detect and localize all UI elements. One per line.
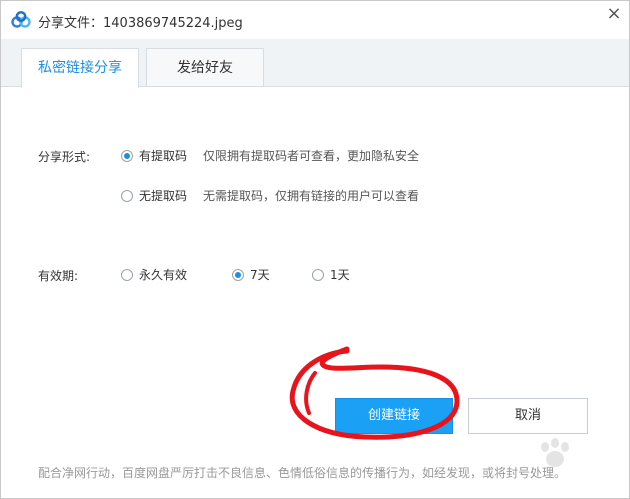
option-label: 有提取码 bbox=[139, 149, 188, 163]
option-description: 无需提取码，仅拥有链接的用户可以查看 bbox=[203, 189, 420, 203]
option-label: 永久有效 bbox=[139, 268, 188, 282]
footer-notice: 配合净网行动，百度网盘严厉打击不良信息、色情低俗信息的传播行为，如经发现，或将封… bbox=[38, 466, 567, 480]
close-button[interactable]: × bbox=[603, 3, 625, 25]
radio-without-code[interactable] bbox=[121, 189, 133, 202]
title-bar: 分享文件：1403869745224.jpeg × bbox=[1, 1, 629, 39]
option-label: 7天 bbox=[250, 268, 270, 282]
option-label: 1天 bbox=[330, 268, 350, 282]
validity-option-permanent[interactable]: 永久有效 bbox=[121, 266, 187, 283]
tab-send-to-friend[interactable]: 发给好友 bbox=[146, 48, 264, 86]
option-description: 仅限拥有提取码者可查看，更加隐私安全 bbox=[203, 149, 420, 163]
validity-label: 有效期: bbox=[38, 269, 79, 283]
baidu-netdisk-logo-icon bbox=[11, 11, 31, 28]
tab-strip: 私密链接分享 发给好友 bbox=[1, 39, 629, 88]
share-option-without-code[interactable]: 无提取码 无需提取码，仅拥有链接的用户可以查看 bbox=[121, 187, 419, 204]
share-form-label: 分享形式: bbox=[38, 150, 91, 164]
validity-option-1-day[interactable]: 1天 bbox=[312, 266, 350, 283]
tab-private-link-share[interactable]: 私密链接分享 bbox=[21, 48, 139, 88]
share-option-with-code[interactable]: 有提取码 仅限拥有提取码者可查看，更加隐私安全 bbox=[121, 147, 419, 164]
create-link-button[interactable]: 创建链接 bbox=[335, 398, 453, 434]
radio-7-days[interactable] bbox=[232, 268, 244, 281]
radio-1-day[interactable] bbox=[312, 268, 324, 281]
option-label: 无提取码 bbox=[139, 189, 188, 203]
title-prefix: 分享文件： bbox=[38, 16, 104, 31]
radio-with-code[interactable] bbox=[121, 149, 133, 162]
validity-option-7-days[interactable]: 7天 bbox=[232, 266, 270, 283]
share-dialog: 分享文件：1403869745224.jpeg × 私密链接分享 发给好友 分享… bbox=[0, 0, 630, 499]
cancel-button[interactable]: 取消 bbox=[468, 398, 588, 434]
radio-permanent[interactable] bbox=[121, 268, 133, 281]
file-name: 1403869745224.jpeg bbox=[103, 16, 243, 31]
close-icon: × bbox=[606, 3, 622, 24]
window-title: 分享文件：1403869745224.jpeg bbox=[38, 12, 243, 31]
